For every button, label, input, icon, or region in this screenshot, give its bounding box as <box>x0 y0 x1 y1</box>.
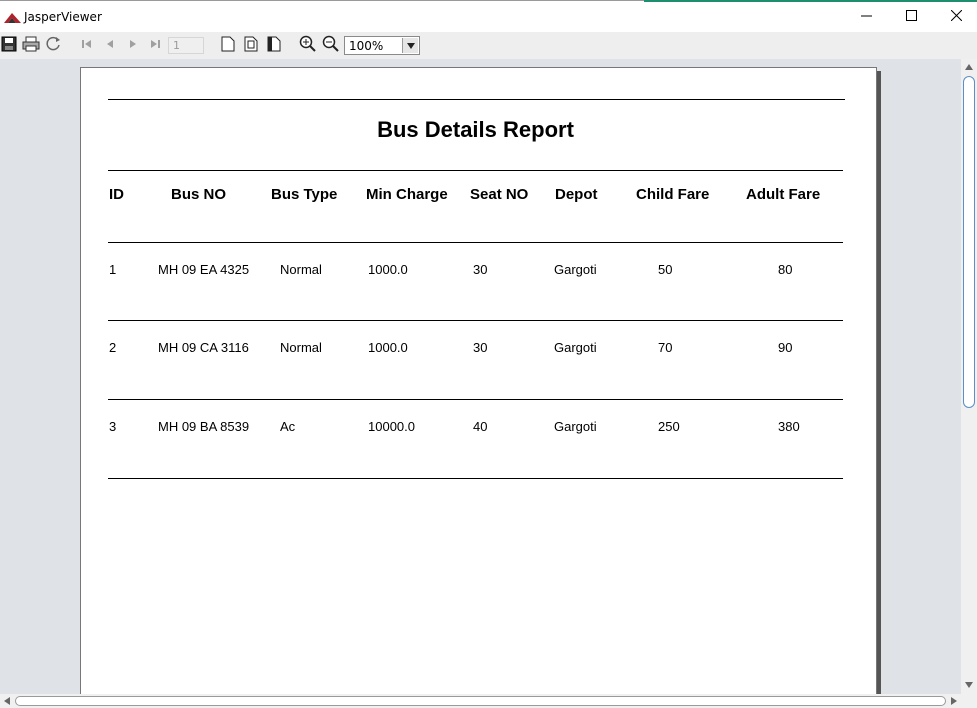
cell-seat-no: 30 <box>473 262 488 277</box>
title-bar: JasperViewer <box>0 0 977 32</box>
zoom-value: 100% <box>349 39 384 53</box>
first-page-button[interactable] <box>78 37 96 55</box>
close-icon <box>950 8 962 26</box>
cell-id: 1 <box>109 262 117 277</box>
zoom-out-button[interactable] <box>321 35 339 57</box>
cell-bus-no: MH 09 BA 8539 <box>158 419 250 434</box>
horizontal-scrollbar[interactable] <box>0 694 961 708</box>
scroll-right-arrow-icon[interactable] <box>947 694 961 708</box>
cell-child-fare: 70 <box>658 340 673 355</box>
actual-size-icon <box>221 36 235 57</box>
fit-width-button[interactable] <box>265 36 283 57</box>
reload-button[interactable] <box>45 36 63 57</box>
cell-bus-type: Normal <box>280 340 322 355</box>
print-button[interactable] <box>22 36 40 57</box>
zoom-in-button[interactable] <box>298 35 316 57</box>
horizontal-scrollbar-thumb[interactable] <box>15 696 946 706</box>
divider <box>108 99 845 100</box>
scroll-down-arrow-icon[interactable] <box>962 678 976 692</box>
column-header-adult-fare: Adult Fare <box>746 186 821 203</box>
maximize-icon <box>905 8 917 26</box>
cell-child-fare: 250 <box>658 419 680 434</box>
zoom-out-icon <box>322 35 339 57</box>
divider <box>108 320 843 321</box>
fit-width-icon <box>267 36 281 57</box>
column-header-id: ID <box>109 186 124 203</box>
actual-size-button[interactable] <box>219 36 237 57</box>
close-button[interactable] <box>933 1 977 32</box>
cell-depot: Gargoti <box>554 419 597 434</box>
zoom-in-icon <box>299 35 316 57</box>
last-page-icon <box>148 37 162 56</box>
vertical-scrollbar[interactable] <box>961 59 977 694</box>
next-page-button[interactable] <box>124 37 142 55</box>
save-button[interactable] <box>0 36 18 57</box>
minimize-button[interactable] <box>843 1 889 32</box>
report-title: Bus Details Report <box>377 117 574 142</box>
scroll-left-arrow-icon[interactable] <box>0 694 14 708</box>
zoom-select[interactable]: 100% <box>344 36 420 55</box>
scroll-up-arrow-icon[interactable] <box>962 60 976 74</box>
column-header-child-fare: Child Fare <box>636 186 710 203</box>
jasper-logo-icon <box>4 10 21 28</box>
fit-page-icon <box>244 36 258 57</box>
report-page: Bus Details Report ID Bus NO Bus Type Mi… <box>80 67 877 694</box>
maximize-button[interactable] <box>888 1 934 32</box>
toolbar: 1 100% <box>0 32 977 59</box>
cell-bus-no: MH 09 EA 4325 <box>158 262 250 277</box>
chevron-down-icon[interactable] <box>402 38 418 53</box>
divider <box>108 399 843 400</box>
cell-seat-no: 30 <box>473 340 488 355</box>
cell-adult-fare: 380 <box>778 419 800 434</box>
report-viewer: Bus Details Report ID Bus NO Bus Type Mi… <box>0 59 961 694</box>
scrollbar-corner <box>961 694 977 708</box>
cell-depot: Gargoti <box>554 262 597 277</box>
save-icon <box>1 36 17 57</box>
cell-min-charge: 10000.0 <box>368 419 415 434</box>
divider <box>108 478 843 479</box>
previous-page-button[interactable] <box>101 37 119 55</box>
cell-seat-no: 40 <box>473 419 488 434</box>
column-header-bus-type: Bus Type <box>271 186 338 203</box>
last-page-button[interactable] <box>146 37 164 55</box>
fit-page-button[interactable] <box>242 36 260 57</box>
column-header-min-charge: Min Charge <box>366 186 448 203</box>
reload-icon <box>46 36 62 57</box>
cell-child-fare: 50 <box>658 262 673 277</box>
cell-id: 2 <box>109 340 117 355</box>
next-page-icon <box>126 37 140 56</box>
divider <box>108 242 843 243</box>
previous-page-icon <box>103 37 117 56</box>
cell-id: 3 <box>109 419 117 434</box>
cell-bus-type: Normal <box>280 262 322 277</box>
page-number-input[interactable]: 1 <box>168 37 204 54</box>
column-header-seat-no: Seat NO <box>470 186 529 203</box>
minimize-icon <box>860 8 872 26</box>
window-title: JasperViewer <box>24 10 102 24</box>
cell-adult-fare: 80 <box>778 262 793 277</box>
cell-bus-no: MH 09 CA 3116 <box>158 340 249 355</box>
first-page-icon <box>80 37 94 56</box>
column-header-bus-no: Bus NO <box>171 186 227 203</box>
divider <box>108 170 843 171</box>
column-header-depot: Depot <box>555 186 598 203</box>
cell-bus-type: Ac <box>280 419 296 434</box>
cell-min-charge: 1000.0 <box>368 262 408 277</box>
print-icon <box>22 36 40 57</box>
vertical-scrollbar-thumb[interactable] <box>963 76 975 408</box>
cell-adult-fare: 90 <box>778 340 793 355</box>
cell-depot: Gargoti <box>554 340 597 355</box>
cell-min-charge: 1000.0 <box>368 340 408 355</box>
